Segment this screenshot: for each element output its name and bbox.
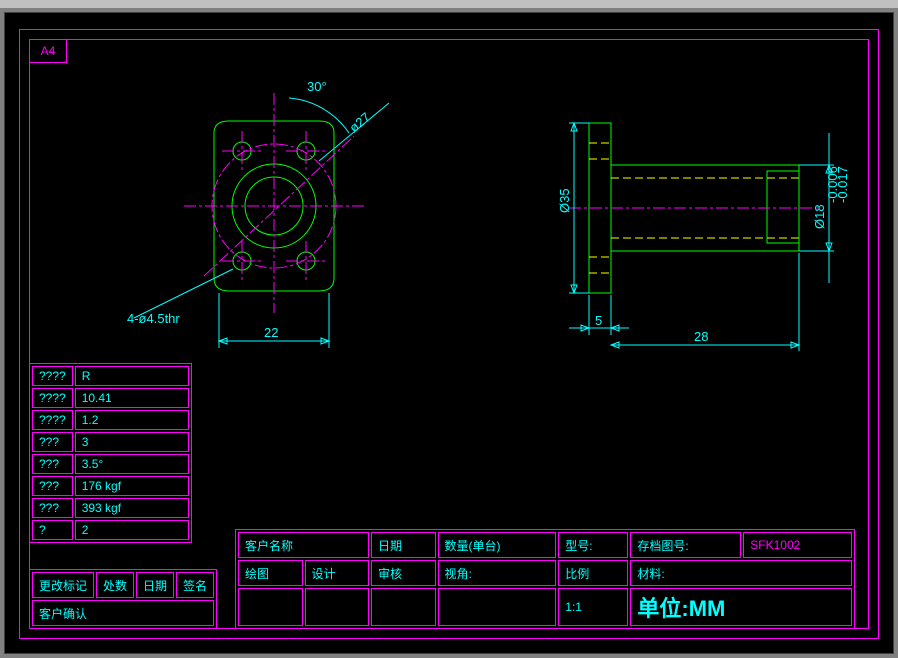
toolbar[interactable] [0, 0, 898, 8]
dim-angle: 30° [307, 79, 327, 94]
dim-holes: 4-ø4.5thr [127, 311, 180, 326]
spec-table: ????R ????10.41 ????1.2 ???3 ???3.5° ???… [29, 363, 192, 543]
drawing-canvas[interactable]: A4 30° ø27 4-ø4.5thr 22 Ø35 Ø18 -0.006 -… [4, 12, 894, 654]
dim-35: Ø35 [557, 188, 572, 213]
dim-18: Ø18 [812, 204, 827, 229]
revision-block: 更改标记处数日期签名 客户确认 [29, 569, 217, 629]
side-view: Ø35 Ø18 -0.006 -0.017 5 28 [557, 123, 850, 351]
title-block: 客户名称日期数量(单台)型号:存档图号:SFK1002 绘图设计审核视角:比例材… [235, 529, 855, 629]
drawing-number: SFK1002 [743, 532, 852, 558]
units-label: 单位:MM [637, 596, 725, 621]
dim-tol2: -0.017 [835, 166, 850, 203]
front-view: 30° ø27 4-ø4.5thr 22 [127, 79, 389, 348]
dim-5: 5 [595, 313, 602, 328]
dim-dia27: ø27 [346, 109, 373, 135]
dim-22: 22 [264, 325, 278, 340]
cad-window: A4 30° ø27 4-ø4.5thr 22 Ø35 Ø18 -0.006 -… [0, 0, 898, 658]
dim-28: 28 [694, 329, 708, 344]
